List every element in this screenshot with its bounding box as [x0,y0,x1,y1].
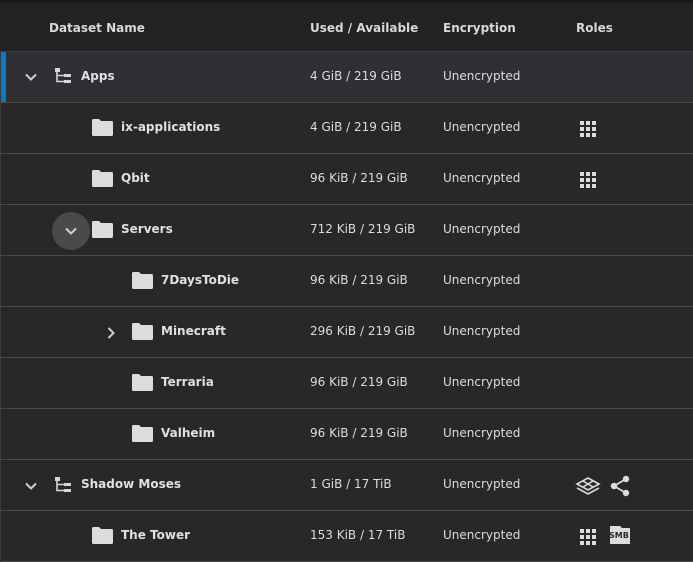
used-available-value: 4 GiB / 219 GiB [310,69,402,83]
encryption-value: Unencrypted [443,477,521,491]
table-row-qbit[interactable]: Qbit 96 KiB / 219 GiB Unencrypted [0,154,693,205]
dataset-tree-table: Dataset Name Used / Available Encryption… [0,0,693,562]
encryption-value: Unencrypted [443,222,521,236]
table-row-servers[interactable]: Servers 712 KiB / 219 GiB Unencrypted [0,205,693,256]
dataset-name[interactable]: Terraria [161,375,214,389]
folder-icon [92,119,113,136]
dataset-name[interactable]: The Tower [121,528,190,542]
table-row-ix-applications[interactable]: ix-applications 4 GiB / 219 GiB Unencryp… [0,103,693,154]
column-header-roles[interactable]: Roles [576,21,613,35]
encryption-value: Unencrypted [443,426,521,440]
apps-grid-icon[interactable] [580,121,596,137]
dataset-name[interactable]: Minecraft [161,324,226,338]
pool-tree-icon [54,476,72,494]
folder-icon [92,170,113,187]
encryption-value: Unencrypted [443,324,521,338]
folder-icon [132,323,153,340]
table-row-valheim[interactable]: Valheim 96 KiB / 219 GiB Unencrypted [0,409,693,460]
encryption-value: Unencrypted [443,375,521,389]
pool-tree-icon [54,67,72,85]
table-row-7daystodie[interactable]: 7DaysToDie 96 KiB / 219 GiB Unencrypted [0,256,693,307]
used-available-value: 96 KiB / 219 GiB [310,273,408,287]
used-available-value: 1 GiB / 17 TiB [310,477,392,491]
share-icon[interactable] [610,475,630,497]
folder-icon [132,374,153,391]
dataset-name[interactable]: Shadow Moses [81,477,181,491]
folder-icon [132,425,153,442]
folder-icon [92,527,113,544]
column-header-encryption[interactable]: Encryption [443,21,516,35]
dataset-name[interactable]: Qbit [121,171,150,185]
column-header-dataset-name[interactable]: Dataset Name [49,21,145,35]
folder-icon [92,221,113,238]
chevron-down-icon[interactable] [23,69,39,85]
apps-grid-icon[interactable] [580,172,596,188]
table-row-the-tower[interactable]: The Tower 153 KiB / 17 TiB Unencrypted S… [0,511,693,562]
table-row-shadow-moses[interactable]: Shadow Moses 1 GiB / 17 TiB Unencrypted [0,460,693,511]
system-dataset-icon[interactable] [575,476,601,496]
encryption-value: Unencrypted [443,120,521,134]
chevron-down-icon[interactable] [52,212,90,250]
table-header: Dataset Name Used / Available Encryption… [0,3,693,52]
folder-icon [132,272,153,289]
chevron-right-icon[interactable] [103,325,119,341]
used-available-value: 296 KiB / 219 GiB [310,324,416,338]
used-available-value: 153 KiB / 17 TiB [310,528,406,542]
table-row-apps[interactable]: Apps 4 GiB / 219 GiB Unencrypted [0,52,693,103]
used-available-value: 96 KiB / 219 GiB [310,375,408,389]
smb-share-icon[interactable]: SMB [607,524,633,548]
encryption-value: Unencrypted [443,171,521,185]
apps-grid-icon[interactable] [580,529,596,545]
used-available-value: 4 GiB / 219 GiB [310,120,402,134]
encryption-value: Unencrypted [443,273,521,287]
used-available-value: 96 KiB / 219 GiB [310,171,408,185]
used-available-value: 712 KiB / 219 GiB [310,222,416,236]
dataset-name[interactable]: Apps [81,69,115,83]
table-row-minecraft[interactable]: Minecraft 296 KiB / 219 GiB Unencrypted [0,307,693,358]
used-available-value: 96 KiB / 219 GiB [310,426,408,440]
chevron-down-icon[interactable] [23,478,39,494]
table-row-terraria[interactable]: Terraria 96 KiB / 219 GiB Unencrypted [0,358,693,409]
dataset-name[interactable]: ix-applications [121,120,220,134]
column-header-used-available[interactable]: Used / Available [310,21,418,35]
smb-label: SMB [609,531,629,540]
dataset-name[interactable]: Servers [121,222,173,236]
dataset-name[interactable]: Valheim [161,426,215,440]
encryption-value: Unencrypted [443,69,521,83]
dataset-name[interactable]: 7DaysToDie [161,273,239,287]
encryption-value: Unencrypted [443,528,521,542]
